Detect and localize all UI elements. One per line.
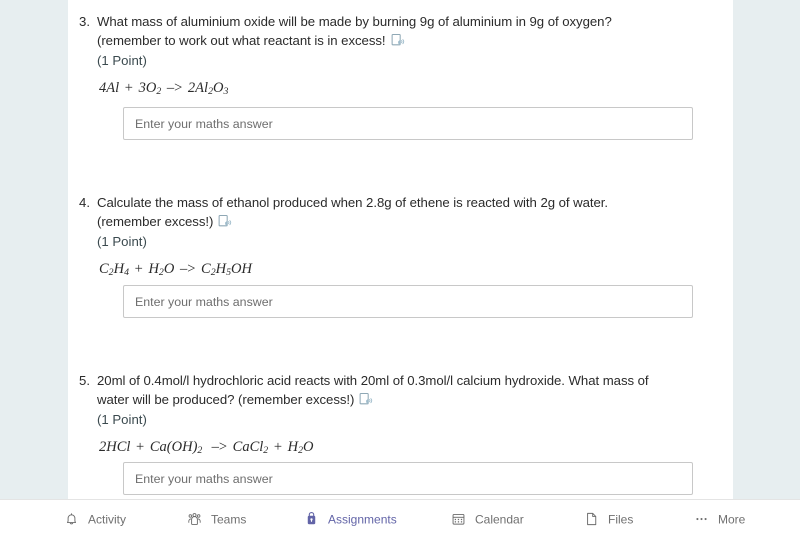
chemical-equation: 2HCl + Ca(OH)2 –> CaCl2 + H2O: [99, 439, 314, 457]
question-text: What mass of aluminium oxide will be mad…: [97, 12, 733, 50]
ellipsis-icon: [693, 511, 710, 528]
bottom-navigation-bar: Activity Teams Assignments Calendar File…: [0, 499, 800, 538]
question-item: 3. What mass of aluminium oxide will be …: [68, 12, 733, 101]
teams-assignment-window: 3. What mass of aluminium oxide will be …: [0, 0, 800, 538]
main-body: 3. What mass of aluminium oxide will be …: [0, 0, 800, 500]
chemical-equation: C2H4 + H2O –> C2H5OH: [99, 261, 252, 279]
question-text-line1: What mass of aluminium oxide will be mad…: [97, 14, 612, 29]
question-text-line1: 20ml of 0.4mol/l hydrochloric acid react…: [97, 373, 649, 388]
question-text-line2: (remember to work out what reactant is i…: [97, 33, 386, 48]
question-points: (1 Point): [97, 234, 147, 249]
people-icon: [186, 511, 203, 528]
question-text: 20ml of 0.4mol/l hydrochloric acid react…: [97, 371, 733, 409]
answer-input-q3[interactable]: [123, 107, 693, 140]
question-text-line2: (remember excess!): [97, 214, 214, 229]
document-icon: [583, 511, 600, 528]
nav-item-files[interactable]: Files: [583, 511, 633, 528]
left-side-panel: [0, 0, 68, 500]
nav-label-more: More: [718, 512, 746, 527]
question-number: 4.: [79, 195, 90, 210]
chemical-equation: 4Al + 3O2 –> 2Al2O3: [99, 80, 229, 98]
nav-label-calendar: Calendar: [475, 512, 524, 527]
question-number: 5.: [79, 373, 90, 388]
question-text: Calculate the mass of ethanol produced w…: [97, 193, 733, 231]
calendar-icon: [450, 511, 467, 528]
question-number: 3.: [79, 14, 90, 29]
nav-item-activity[interactable]: Activity: [63, 511, 126, 528]
assignment-content-pane[interactable]: 3. What mass of aluminium oxide will be …: [68, 0, 733, 500]
right-side-panel: [733, 0, 800, 500]
nav-item-assignments[interactable]: Assignments: [303, 511, 397, 528]
question-body: Calculate the mass of ethanol produced w…: [90, 193, 733, 282]
question-text-line2: water will be produced? (remember excess…: [97, 392, 355, 407]
nav-label-teams: Teams: [211, 512, 247, 527]
briefcase-icon: [303, 511, 320, 528]
answer-input-q4[interactable]: [123, 285, 693, 318]
answer-input-q5[interactable]: [123, 462, 693, 495]
nav-item-calendar[interactable]: Calendar: [450, 511, 524, 528]
nav-label-activity: Activity: [88, 512, 127, 527]
question-points: (1 Point): [97, 53, 147, 68]
question-row: 3. What mass of aluminium oxide will be …: [68, 12, 733, 101]
question-item: 5. 20ml of 0.4mol/l hydrochloric acid re…: [68, 371, 733, 460]
question-text-line1: Calculate the mass of ethanol produced w…: [97, 195, 609, 210]
bell-icon: [63, 511, 80, 528]
nav-label-assignments: Assignments: [328, 512, 397, 527]
immersive-reader-icon[interactable]: [359, 392, 374, 407]
question-body: What mass of aluminium oxide will be mad…: [90, 12, 733, 101]
immersive-reader-icon[interactable]: [391, 33, 406, 48]
question-row: 4. Calculate the mass of ethanol produce…: [68, 193, 733, 282]
question-item: 4. Calculate the mass of ethanol produce…: [68, 193, 733, 282]
question-points: (1 Point): [97, 412, 147, 427]
nav-item-more[interactable]: More: [693, 511, 745, 528]
immersive-reader-icon[interactable]: [218, 214, 233, 229]
question-body: 20ml of 0.4mol/l hydrochloric acid react…: [90, 371, 733, 460]
nav-item-teams[interactable]: Teams: [186, 511, 246, 528]
question-row: 5. 20ml of 0.4mol/l hydrochloric acid re…: [68, 371, 733, 460]
nav-label-files: Files: [608, 512, 634, 527]
